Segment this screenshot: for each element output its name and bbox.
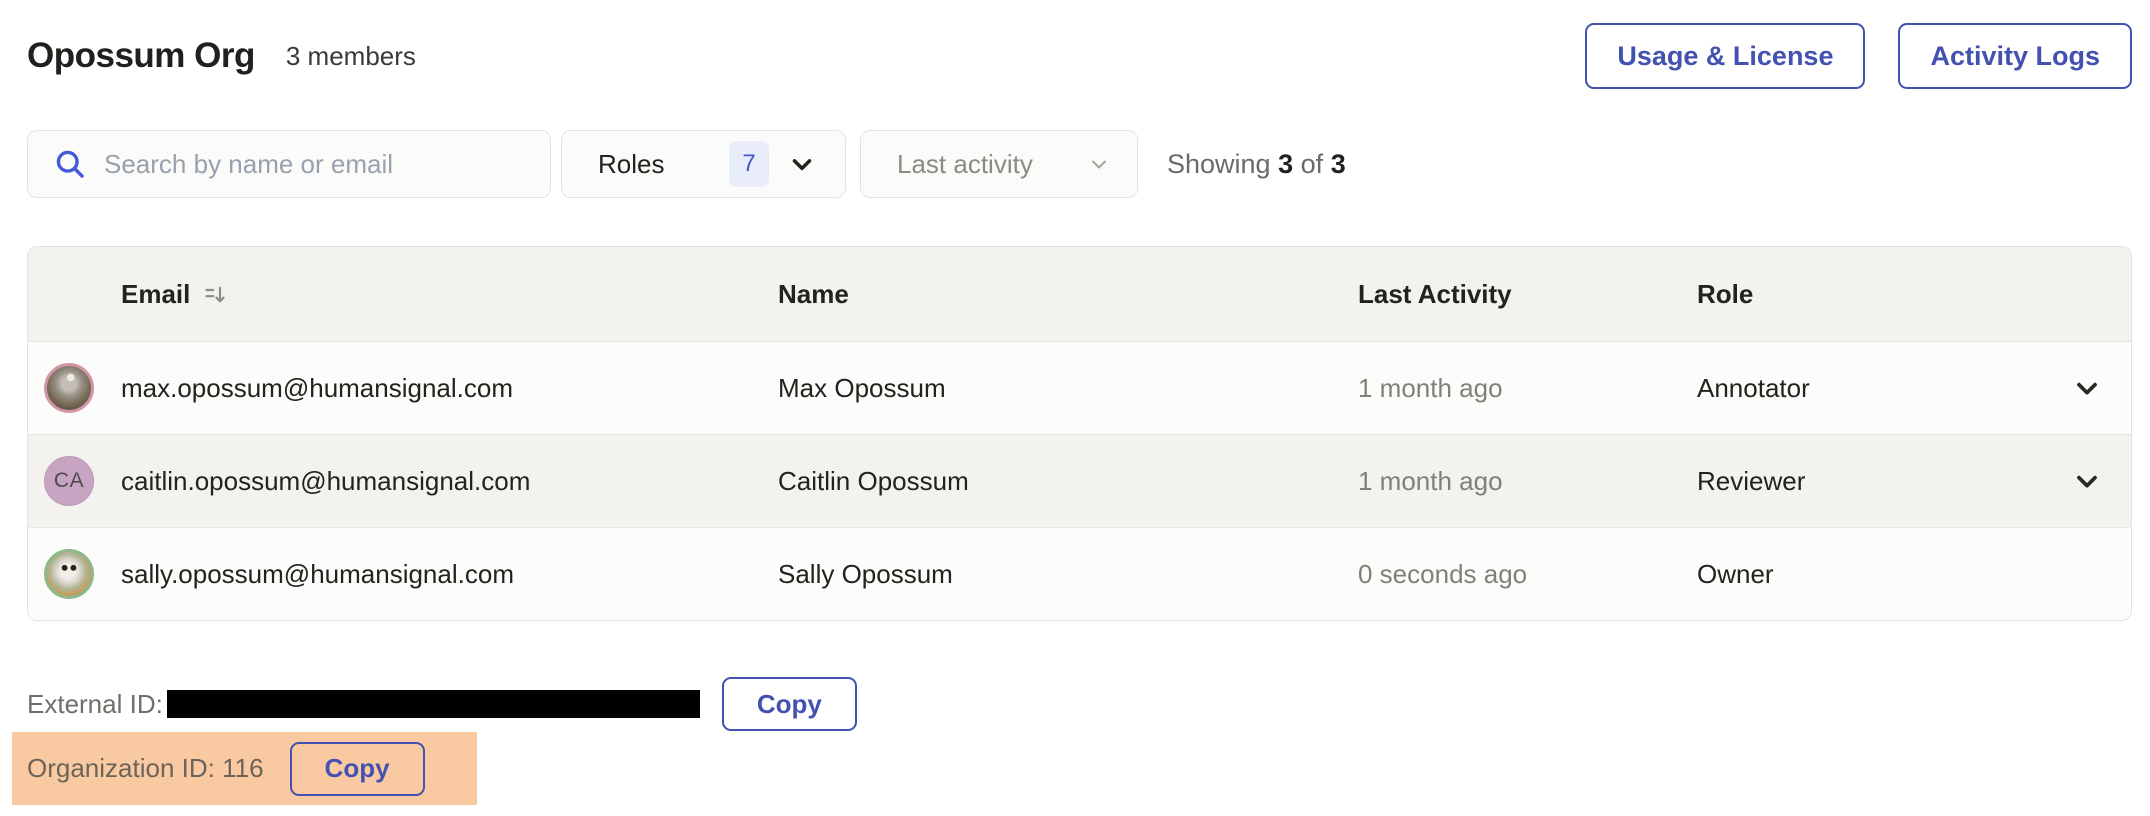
external-id-label: External ID:	[27, 689, 163, 720]
copy-organization-id-button[interactable]: Copy	[290, 742, 425, 796]
page-title: Opossum Org	[27, 36, 255, 76]
member-row: CA caitlin.opossum@humansignal.com Caitl…	[28, 434, 2131, 527]
member-email-cell: sally.opossum@humansignal.com	[28, 549, 778, 599]
last-activity-filter-dropdown[interactable]: Last activity	[860, 130, 1138, 198]
member-role: Annotator	[1697, 373, 1810, 404]
search-input[interactable]	[104, 149, 524, 180]
chevron-down-icon	[787, 149, 817, 179]
chevron-down-icon	[2071, 372, 2103, 404]
column-header-email-label: Email	[121, 279, 190, 310]
roles-count-badge: 7	[729, 141, 769, 187]
table-header-row: Email Name Last Activity Role	[28, 247, 2131, 341]
page-header: Opossum Org 3 members Usage & License Ac…	[0, 0, 2150, 90]
search-icon	[52, 146, 88, 182]
member-email-cell: max.opossum@humansignal.com	[28, 363, 778, 413]
last-activity-filter-label: Last activity	[897, 149, 1033, 180]
member-name: Sally Opossum	[778, 559, 1358, 590]
column-header-role: Role	[1697, 279, 2131, 310]
member-name: Max Opossum	[778, 373, 1358, 404]
showing-count-text: Showing 3 of 3	[1167, 149, 1346, 180]
member-role: Reviewer	[1697, 466, 1805, 497]
member-last-activity: 1 month ago	[1358, 466, 1697, 497]
copy-external-id-button[interactable]: Copy	[722, 677, 857, 731]
member-last-activity: 1 month ago	[1358, 373, 1697, 404]
avatar	[44, 363, 94, 413]
showing-count: 3	[1278, 149, 1293, 179]
usage-license-button[interactable]: Usage & License	[1585, 23, 1865, 89]
roles-filter-dropdown[interactable]: Roles 7	[561, 130, 846, 198]
showing-total: 3	[1331, 149, 1346, 179]
sort-descending-icon	[202, 281, 229, 308]
member-last-activity: 0 seconds ago	[1358, 559, 1697, 590]
organization-id-label: Organization ID: 116	[27, 753, 264, 784]
filters-bar: Roles 7 Last activity Showing 3 of 3	[27, 130, 2132, 198]
header-actions: Usage & License Activity Logs	[1585, 23, 2132, 89]
member-row: sally.opossum@humansignal.com Sally Opos…	[28, 527, 2131, 620]
members-table: Email Name Last Activity Role max.opossu…	[27, 246, 2132, 621]
avatar	[44, 549, 94, 599]
search-box[interactable]	[27, 130, 551, 198]
external-id-row: External ID: Copy	[27, 677, 2150, 731]
external-id-redacted-value	[167, 690, 700, 718]
member-email: sally.opossum@humansignal.com	[121, 559, 514, 590]
organization-id-highlight: Organization ID: 116 Copy	[12, 732, 477, 805]
member-role: Owner	[1697, 559, 1774, 590]
role-dropdown[interactable]: Annotator	[1697, 372, 2103, 404]
showing-of: of	[1301, 149, 1324, 179]
activity-logs-button[interactable]: Activity Logs	[1898, 23, 2132, 89]
chevron-down-icon	[1087, 152, 1111, 176]
chevron-down-icon	[2071, 465, 2103, 497]
column-header-last-activity: Last Activity	[1358, 279, 1697, 310]
avatar: CA	[44, 456, 94, 506]
member-email: caitlin.opossum@humansignal.com	[121, 466, 530, 497]
member-email-cell: CA caitlin.opossum@humansignal.com	[28, 456, 778, 506]
role-dropdown[interactable]: Reviewer	[1697, 465, 2103, 497]
member-email: max.opossum@humansignal.com	[121, 373, 513, 404]
member-row: max.opossum@humansignal.com Max Opossum …	[28, 341, 2131, 434]
showing-prefix: Showing	[1167, 149, 1271, 179]
roles-filter-label: Roles	[598, 149, 664, 180]
organization-members-page: Opossum Org 3 members Usage & License Ac…	[0, 0, 2150, 816]
column-header-name: Name	[778, 279, 1358, 310]
member-count: 3 members	[286, 41, 416, 72]
column-header-email-sort[interactable]: Email	[28, 279, 778, 310]
member-name: Caitlin Opossum	[778, 466, 1358, 497]
